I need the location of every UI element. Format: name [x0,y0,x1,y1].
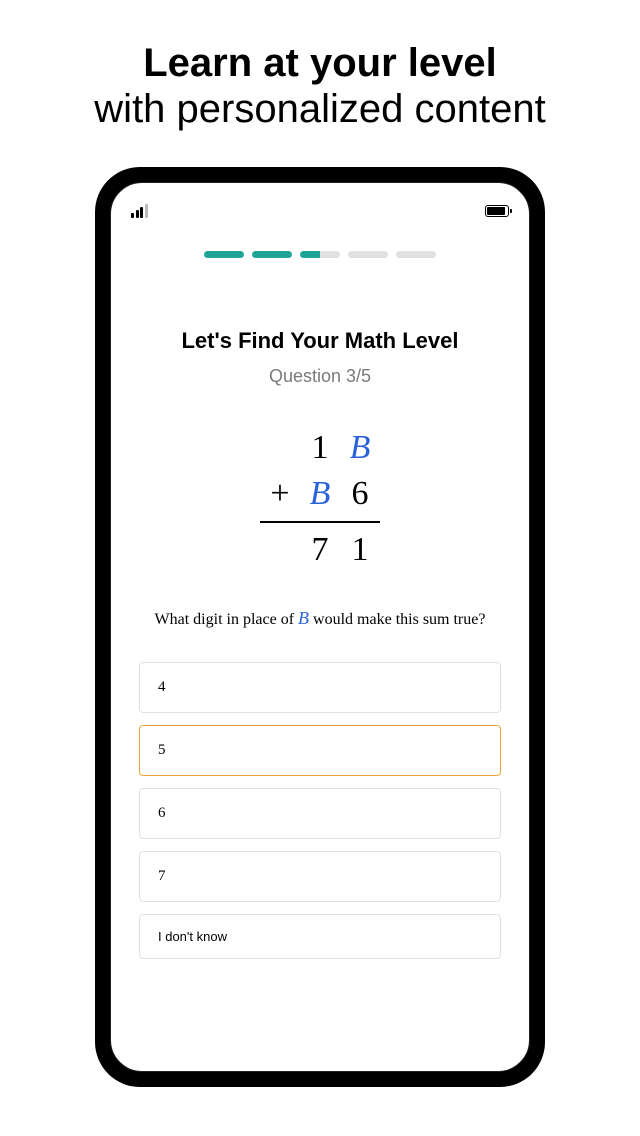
status-bar [111,191,529,231]
progress-segment [252,251,292,258]
progress-segment [300,251,340,258]
battery-icon [485,205,509,217]
progress-segment [396,251,436,258]
answer-option[interactable]: 4 [139,662,501,713]
quiz-content: Let's Find Your Math Level Question 3/5 … [111,258,529,1071]
progress-segment [348,251,388,258]
answer-option[interactable]: 5 [139,725,501,776]
answer-option[interactable]: 7 [139,851,501,902]
math-problem: 1 B + B 6 7 1 [260,425,380,573]
question-text: What digit in place of B would make this… [155,605,486,632]
progress-bar [111,251,529,258]
answer-option[interactable]: 6 [139,788,501,839]
headline-light: with personalized content [94,86,545,132]
answer-list: 4 5 6 7 I don't know [139,662,501,959]
marketing-headline: Learn at your level with personalized co… [94,40,545,132]
phone-mockup-frame: Let's Find Your Math Level Question 3/5 … [95,167,545,1087]
quiz-title: Let's Find Your Math Level [181,328,458,354]
answer-dont-know[interactable]: I don't know [139,914,501,959]
signal-icon [131,204,148,218]
headline-bold: Learn at your level [94,40,545,86]
math-line [260,521,380,523]
phone-screen: Let's Find Your Math Level Question 3/5 … [110,182,530,1072]
progress-segment [204,251,244,258]
quiz-subtitle: Question 3/5 [269,366,371,387]
